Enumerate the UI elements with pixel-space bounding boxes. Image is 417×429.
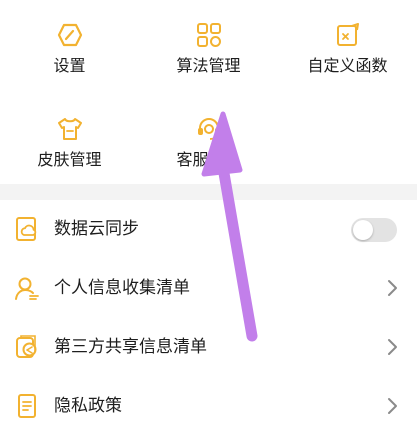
- cloud-sync-toggle[interactable]: [351, 218, 397, 242]
- grid-item-customer-service[interactable]: 客服中心: [139, 96, 278, 176]
- list-item-cloud-sync: 数据云同步: [0, 200, 417, 258]
- gear-hexagon-icon: [57, 23, 82, 47]
- custom-function-icon: [336, 23, 359, 46]
- list-item-third-party-sharing[interactable]: 第三方共享信息清单: [0, 318, 417, 376]
- grid-item-label: 客服中心: [176, 150, 241, 169]
- list-item-label: 个人信息收集清单: [54, 278, 190, 298]
- person-icon: [15, 277, 39, 300]
- share-icon: [16, 335, 37, 358]
- grid-item-settings[interactable]: 设置: [0, 2, 139, 82]
- cloud-sync-icon: [16, 217, 37, 241]
- grid-item-skin-management[interactable]: 皮肤管理: [0, 96, 139, 176]
- grid-item-label: 自定义函数: [307, 56, 388, 75]
- chevron-right-icon: [388, 339, 397, 355]
- list-item-label: 数据云同步: [54, 219, 139, 239]
- shirt-skin-icon: [57, 118, 82, 140]
- policy-document-icon: [18, 394, 36, 418]
- grid-item-label: 设置: [53, 56, 86, 75]
- grid-item-algorithm-management[interactable]: 算法管理: [139, 2, 278, 82]
- list-item-privacy-policy[interactable]: 隐私政策: [0, 377, 417, 429]
- settings-page: 设置 算法管理 自定义函数 皮肤管理 客服中心 数据云同步 个人信息收集清单 第…: [0, 0, 417, 429]
- chevron-right-icon: [388, 398, 397, 414]
- algorithm-grid-icon: [196, 23, 221, 47]
- feature-grid: 设置 算法管理 自定义函数 皮肤管理 客服中心: [0, 0, 417, 180]
- grid-item-custom-function[interactable]: 自定义函数: [278, 2, 417, 82]
- list-item-label: 隐私政策: [54, 396, 122, 416]
- list-item-personal-info[interactable]: 个人信息收集清单: [0, 259, 417, 317]
- grid-item-label: 算法管理: [176, 56, 241, 75]
- section-divider: [0, 184, 417, 200]
- grid-item-label: 皮肤管理: [37, 150, 102, 169]
- headset-customer-service-icon: [197, 118, 220, 140]
- list-item-label: 第三方共享信息清单: [54, 337, 207, 357]
- toggle-knob: [353, 220, 373, 240]
- chevron-right-icon: [388, 280, 397, 296]
